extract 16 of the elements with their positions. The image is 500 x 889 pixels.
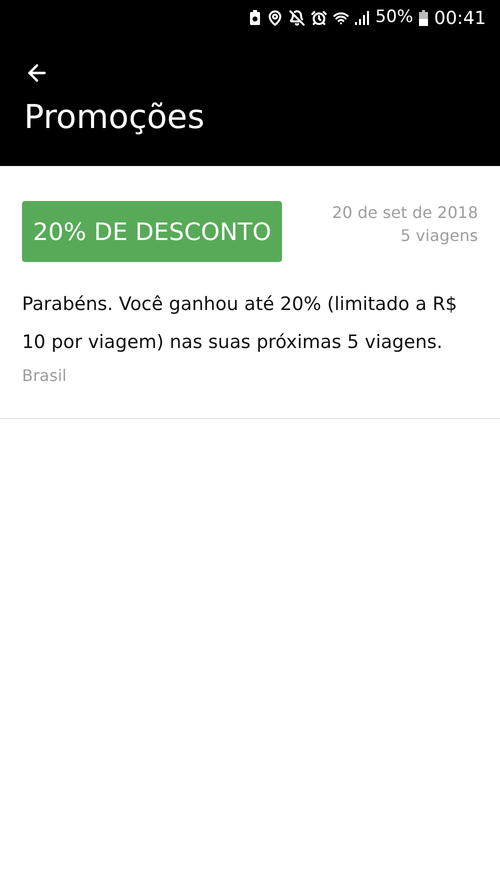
trip-count: 5 viagens	[400, 225, 478, 247]
page-title: Promoções	[24, 96, 206, 138]
clock: 00:41	[434, 6, 486, 30]
location-icon	[267, 10, 284, 26]
battery-icon	[419, 10, 428, 26]
mute-icon	[289, 10, 306, 26]
promotion-date: 20 de set de 2018	[332, 202, 478, 224]
battery-saver-icon	[249, 10, 262, 26]
promotion-card[interactable]: 20% DE DESCONTO 20 de set de 2018 5 viagens Parabéns. Você ganhou até 20% (limitado a R$ 10 por viagem) nas suas próximas 5 viagens. Brasil	[0, 166, 500, 419]
alarm-icon	[311, 10, 328, 26]
promotion-description: Parabéns. Você ganhou até 20% (limitado a R$ 10 por viagem) nas suas próximas 5 viagens.	[22, 293, 458, 355]
signal-icon	[355, 11, 370, 25]
discount-badge: 20% DE DESCONTO	[22, 201, 282, 262]
battery-percentage: 50%	[375, 6, 414, 30]
wifi-icon	[333, 10, 350, 26]
promotion-region: Brasil	[22, 365, 68, 387]
